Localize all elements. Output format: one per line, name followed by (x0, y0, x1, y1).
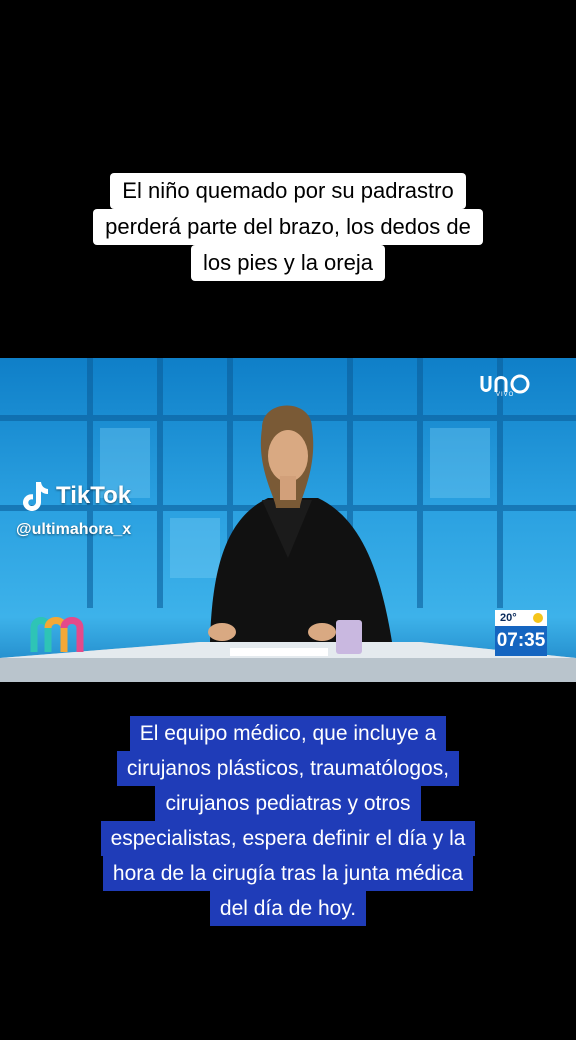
caption-line: El equipo médico, que incluye a (129, 716, 447, 751)
mega-logo-icon (30, 617, 84, 652)
caption-line: del día de hoy. (209, 891, 367, 926)
caption-line: los pies y la oreja (191, 245, 385, 281)
tiktok-label: TikTok (56, 482, 132, 509)
caption-line: hora de la cirugía tras la junta médica (102, 856, 474, 891)
news-video-frame[interactable]: TikTok @ultimahora_x VIVO 20° 07:35 (0, 358, 576, 682)
clock-time: 07:35 (495, 626, 547, 656)
username-handle: @ultimahora_x (16, 521, 132, 538)
caption-line: El niño quemado por su padrastro (110, 173, 466, 209)
caption-line: cirujanos plásticos, traumatólogos, (116, 751, 460, 786)
tiktok-icon (23, 482, 48, 511)
sun-icon (533, 613, 543, 623)
bottom-caption: El equipo médico, que incluye a cirujano… (0, 716, 576, 926)
caption-line: cirujanos pediatras y otros (155, 786, 421, 821)
caption-line: perderá parte del brazo, los dedos de (93, 209, 483, 245)
temperature: 20° (495, 610, 547, 626)
weather-time-box: 20° 07:35 (495, 610, 547, 656)
top-caption: El niño quemado por su padrastro perderá… (0, 173, 576, 281)
caption-line: especialistas, espera definir el día y l… (100, 821, 476, 856)
live-label: VIVO (496, 392, 515, 398)
tiktok-watermark: TikTok (20, 480, 131, 512)
